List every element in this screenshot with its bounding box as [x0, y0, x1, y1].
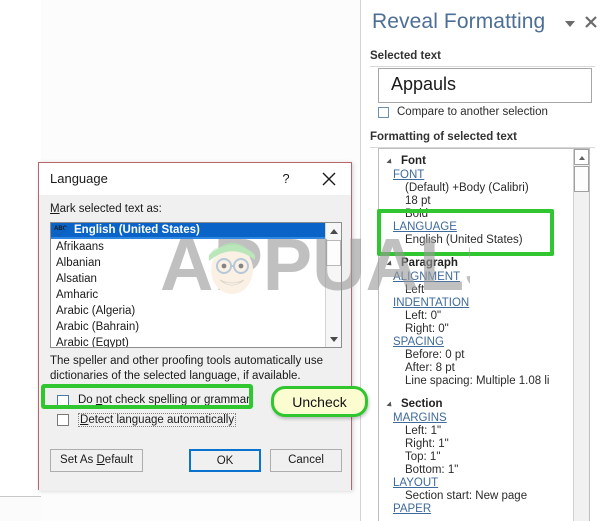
formatting-property-value: Line spacing: Multiple 1.08 li	[405, 375, 550, 387]
language-list-item[interactable]: Arabic (Algeria)	[51, 303, 341, 319]
formatting-group-label: Section	[401, 398, 443, 410]
language-list-item-label: Arabic (Bahrain)	[56, 321, 140, 333]
formatting-spacer	[379, 246, 573, 255]
selected-text-heading: Selected text	[370, 50, 441, 62]
formatting-group-header[interactable]: Section	[379, 396, 573, 411]
reveal-formatting-pane: Reveal Formatting Selected text Appauls …	[360, 0, 603, 521]
collapse-triangle-icon	[386, 260, 394, 268]
formatting-group-label: Font	[401, 155, 426, 167]
language-list-item-label: Alsatian	[56, 273, 97, 285]
formatting-spacer	[379, 387, 573, 396]
selected-text-value: Appauls	[391, 74, 457, 94]
divider	[370, 66, 595, 67]
ok-button[interactable]: OK	[189, 449, 261, 472]
formatting-property-value: Left	[405, 284, 425, 296]
language-list-item-label: English (United States)	[74, 224, 200, 236]
scrollbar-thumb[interactable]	[326, 240, 341, 266]
formatting-property-value: English (United States)	[405, 234, 523, 246]
formatting-property-value: Bottom: 1"	[405, 464, 459, 476]
language-list-item-label: Arabic (Egypt)	[56, 337, 129, 348]
formatting-property-link[interactable]: LAYOUT	[379, 476, 573, 489]
language-listbox[interactable]: ABC English (United States) Afrikaans Alban…	[50, 222, 342, 348]
formatting-property-value: Right: 0"	[405, 323, 449, 335]
collapse-triangle-icon	[386, 158, 394, 166]
scroll-up-arrow-icon[interactable]	[574, 149, 589, 165]
dialog-titlebar: Language ?	[39, 163, 351, 195]
language-list-item[interactable]: ABC English (United States)	[51, 223, 341, 239]
speller-note-line-2: dictionaries of the selected language, i…	[50, 370, 301, 382]
formatting-scrollbar[interactable]	[573, 149, 589, 521]
formatting-details-box: Font FONT (Default) +Body (Calibri) 18 pt Bo…	[378, 148, 590, 521]
dialog-title: Language	[50, 171, 108, 186]
language-list-item[interactable]: Alsatian	[51, 271, 341, 287]
formatting-property-link[interactable]: INDENTATION	[379, 296, 573, 309]
language-list-item-label: Amharic	[56, 289, 99, 301]
language-list-item[interactable]: Arabic (Egypt)	[51, 335, 341, 348]
set-as-default-button[interactable]: Set As Default	[50, 449, 143, 472]
scroll-down-arrow-icon[interactable]	[326, 331, 341, 347]
language-list-item-label: Afrikaans	[56, 241, 104, 253]
formatting-property-link[interactable]: ALIGNMENT	[379, 270, 573, 283]
do-not-check-spelling-checkbox[interactable]: Do not check spelling or grammar	[57, 394, 282, 410]
abc-spellcheck-icon: ABC	[54, 224, 71, 238]
collapse-triangle-icon	[386, 401, 394, 409]
page-title: Reveal Formatting	[372, 10, 546, 33]
language-list-item[interactable]: Amharic	[51, 287, 341, 303]
formatting-property-link[interactable]: LANGUAGE	[379, 220, 573, 233]
formatting-details-list: Font FONT (Default) +Body (Calibri) 18 pt Bo…	[379, 149, 573, 515]
formatting-property-value: Before: 0 pt	[405, 349, 465, 361]
checkbox-box	[57, 414, 69, 426]
language-list-item-label: Arabic (Algeria)	[56, 305, 136, 317]
document-page	[0, 0, 42, 497]
formatting-property-link[interactable]: FONT	[379, 168, 573, 181]
formatting-property-link[interactable]: PAPER	[379, 502, 573, 515]
chevron-down-icon[interactable]	[563, 17, 577, 31]
do-not-check-spelling-label: Do not check spelling or grammar	[78, 394, 250, 406]
checkbox-box	[378, 107, 389, 118]
mark-label-rest: ark selected text as:	[59, 203, 162, 215]
formatting-property-value: Section start: New page	[405, 490, 528, 502]
language-list-item[interactable]: Afrikaans	[51, 239, 341, 255]
close-icon[interactable]	[583, 14, 599, 30]
dialog-body: Mark selected text as: ABC English (Unite…	[39, 195, 351, 491]
language-dialog: Language ? Mark selected text as: ABC Eng…	[38, 162, 352, 491]
compare-to-another-selection-checkbox[interactable]: Compare to another selection	[378, 106, 588, 122]
formatting-heading: Formatting of selected text	[370, 131, 517, 143]
compare-checkbox-label: Compare to another selection	[397, 106, 548, 118]
formatting-property-value: Left: 1"	[405, 425, 442, 437]
formatting-property-value: Right: 1"	[405, 438, 449, 450]
formatting-property-value: Bold	[405, 208, 429, 220]
detect-language-label: Detect language automatically	[78, 413, 237, 427]
formatting-property-value: Top: 1"	[405, 451, 441, 463]
scrollbar-thumb[interactable]	[574, 166, 589, 192]
cancel-button[interactable]: Cancel	[270, 449, 342, 472]
uncheck-callout: Uncheck	[271, 386, 368, 417]
language-list-scrollbar[interactable]	[325, 223, 341, 347]
language-list-item-label: Albanian	[56, 257, 101, 269]
checkbox-box	[57, 395, 69, 407]
formatting-group-header[interactable]: Font	[379, 153, 573, 168]
speller-note-line-1: The speller and other proofing tools aut…	[50, 355, 323, 367]
language-items: ABC English (United States) Afrikaans Alban…	[51, 223, 341, 348]
formatting-property-value: (Default) +Body (Calibri)	[405, 182, 529, 194]
detect-language-automatically-checkbox[interactable]: Detect language automatically	[57, 413, 282, 429]
help-button[interactable]: ?	[277, 170, 295, 188]
formatting-group-header[interactable]: Paragraph	[379, 255, 573, 270]
formatting-group-label: Paragraph	[401, 257, 458, 269]
scroll-up-arrow-icon[interactable]	[326, 223, 341, 239]
formatting-property-link[interactable]: MARGINS	[379, 411, 573, 424]
close-icon[interactable]	[319, 169, 339, 189]
language-list-item[interactable]: Albanian	[51, 255, 341, 271]
language-list-item[interactable]: Arabic (Bahrain)	[51, 319, 341, 335]
formatting-property-value: 18 pt	[405, 195, 431, 207]
formatting-property-value: Left: 0"	[405, 310, 442, 322]
selected-text-box[interactable]: Appauls	[378, 68, 592, 103]
formatting-property-value: After: 8 pt	[405, 362, 455, 374]
formatting-property-link[interactable]: SPACING	[379, 335, 573, 348]
mark-selected-text-label: Mark selected text as:	[50, 203, 162, 215]
